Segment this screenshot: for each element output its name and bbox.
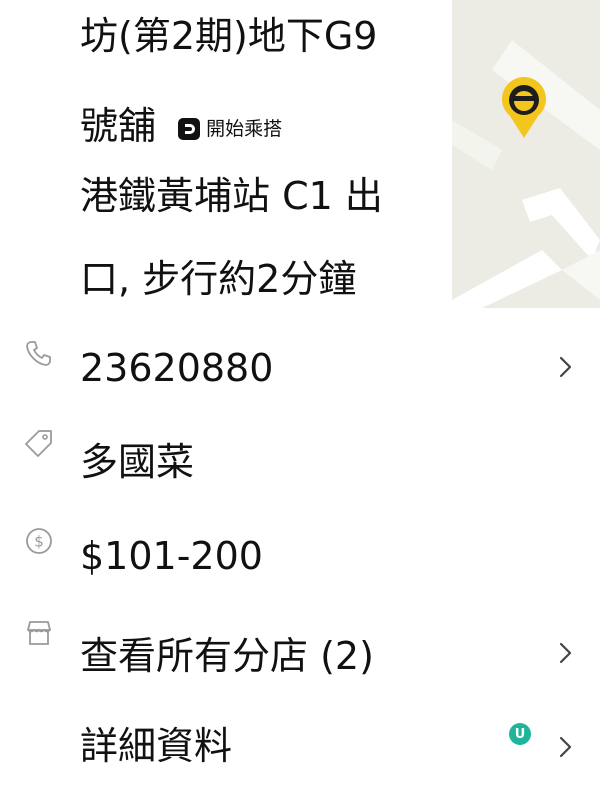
ride-app-icon [178,117,201,140]
phone-row[interactable]: 23620880 [0,320,600,414]
u-badge-icon: U [509,723,531,745]
cuisine-row: 多國菜 [0,416,600,510]
start-ride-label: 開始乘搭 [206,117,283,140]
map-thumbnail[interactable] [452,0,600,308]
chevron-right-icon [559,642,572,664]
address-line-2-text: 號舖 [80,104,157,148]
view-all-branches: 查看所有分店 (2) [80,634,374,678]
phone-icon [26,341,51,366]
svg-text:$: $ [34,533,44,551]
branches-row[interactable]: 查看所有分店 (2) [0,604,600,698]
start-ride-link[interactable]: 開始乘搭 [178,107,282,151]
address-line-3: 港鐵黃埔站 C1 出 [80,174,383,218]
address-line-4: 口, 步行約2分鐘 [80,257,357,301]
price-row: $ $101-200 [0,510,600,604]
location-pin-icon[interactable] [498,74,550,140]
chevron-right-icon [559,736,572,758]
store-icon [27,621,51,645]
price-range: $101-200 [80,534,263,578]
cuisine-type: 多國菜 [80,440,195,484]
address-line-1: 坊(第2期)地下G9 [80,14,378,58]
chevron-right-icon [559,356,572,378]
phone-number: 23620880 [80,346,274,390]
details-row[interactable]: 詳細資料 U [0,700,600,794]
address-line-2: 號舖 開始乘搭 [80,104,282,151]
details-label: 詳細資料 [80,724,233,768]
dollar-icon: $ [26,528,52,554]
tag-icon [25,430,52,457]
